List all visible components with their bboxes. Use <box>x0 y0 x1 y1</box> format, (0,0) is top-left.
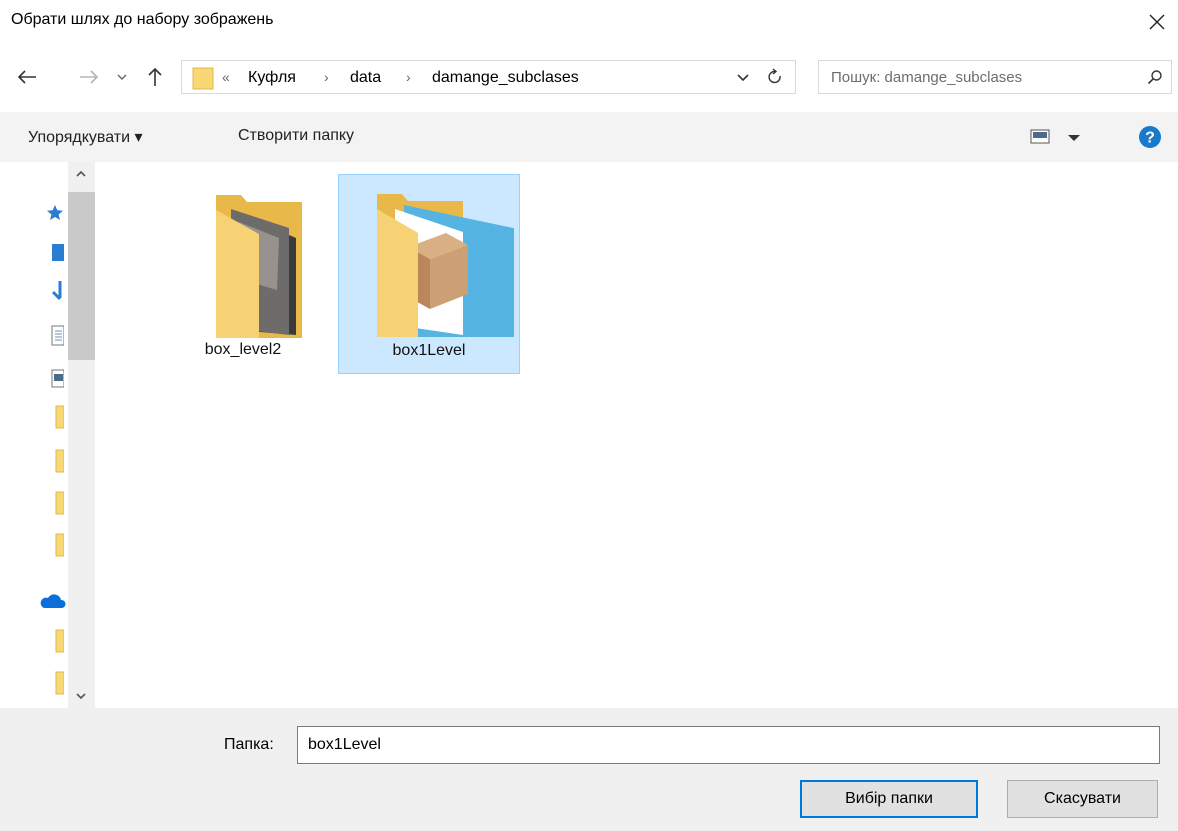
forward-button[interactable] <box>74 57 104 97</box>
folder-name: box1Level <box>392 342 466 359</box>
folder-icon[interactable] <box>54 670 64 696</box>
folder-icon <box>216 195 302 338</box>
folder-item-box-level2[interactable]: box_level2 <box>152 174 334 374</box>
window-title: Обрати шлях до набору зображень <box>11 11 274 28</box>
forward-arrow-icon <box>80 70 99 84</box>
folder-icon <box>377 194 514 337</box>
cancel-button[interactable]: Скасувати <box>1007 780 1158 818</box>
back-arrow-icon <box>17 70 36 84</box>
recent-locations-chevron-icon <box>117 74 127 80</box>
documents-icon[interactable] <box>50 324 64 346</box>
help-icon: ? <box>1139 126 1161 148</box>
close-button[interactable] <box>1140 6 1174 38</box>
onedrive-icon[interactable] <box>38 592 66 610</box>
up-button[interactable] <box>142 57 168 97</box>
title-bar: Обрати шлях до набору зображень <box>0 0 1178 44</box>
help-button[interactable]: ? <box>1138 125 1162 149</box>
folder-icon <box>192 67 214 90</box>
nav-scrollbar-thumb[interactable] <box>68 192 95 360</box>
search-icon[interactable] <box>1147 69 1163 85</box>
back-button[interactable] <box>12 57 42 97</box>
folder-field-label: Папка: <box>224 736 274 753</box>
organize-menu-button[interactable]: Упорядкувати ▾ <box>28 127 143 147</box>
view-options-icon <box>1030 129 1080 144</box>
new-folder-button[interactable]: Створити папку <box>238 127 354 145</box>
pictures-icon[interactable] <box>50 368 64 388</box>
select-folder-button[interactable]: Вибір папки <box>800 780 978 818</box>
scroll-down-icon[interactable] <box>75 692 87 700</box>
navigation-pane <box>0 162 96 708</box>
folder-icon[interactable] <box>54 448 64 474</box>
chevron-down-icon <box>737 73 749 81</box>
folder-name: box_level2 <box>204 341 282 358</box>
breadcrumb-item-kufla[interactable]: Куфля <box>248 69 296 87</box>
folder-icon[interactable] <box>54 490 64 516</box>
quick-access-star-icon[interactable] <box>46 204 64 222</box>
recent-locations-button[interactable] <box>110 57 134 97</box>
file-list: box_level2 box1Level <box>96 162 1178 708</box>
desktop-icon[interactable] <box>50 242 64 262</box>
search-input[interactable]: Пошук: damange_subclases <box>831 69 1022 86</box>
search-box[interactable]: Пошук: damange_subclases <box>818 60 1172 94</box>
bottom-panel: Папка: Вибір папки Скасувати <box>0 708 1178 831</box>
up-arrow-icon <box>148 67 162 86</box>
folder-item-box1level[interactable]: box1Level <box>338 174 520 374</box>
folder-icon[interactable] <box>54 628 64 654</box>
breadcrumb-separator[interactable]: › <box>406 69 411 85</box>
refresh-button[interactable] <box>760 61 790 93</box>
folder-icon[interactable] <box>54 404 64 430</box>
breadcrumb-overflow[interactable]: « <box>222 69 230 85</box>
scroll-up-icon[interactable] <box>75 170 87 178</box>
folder-icon[interactable] <box>54 532 64 558</box>
address-bar[interactable]: « Куфля › data › damange_subclases <box>181 60 796 94</box>
close-icon <box>1149 14 1165 30</box>
downloads-icon[interactable] <box>50 280 64 302</box>
address-dropdown-button[interactable] <box>730 61 756 93</box>
refresh-icon <box>768 68 781 84</box>
command-toolbar: Упорядкувати ▾ Створити папку ? <box>0 112 1178 163</box>
breadcrumb-item-data[interactable]: data <box>350 69 381 87</box>
view-options-button[interactable] <box>1028 125 1088 149</box>
address-row: « Куфля › data › damange_subclases Пошук… <box>0 57 1178 99</box>
breadcrumb-item-current[interactable]: damange_subclases <box>432 69 579 87</box>
svg-text:?: ? <box>1145 130 1155 147</box>
breadcrumb-separator[interactable]: › <box>324 69 329 85</box>
folder-name-input[interactable] <box>297 726 1160 764</box>
